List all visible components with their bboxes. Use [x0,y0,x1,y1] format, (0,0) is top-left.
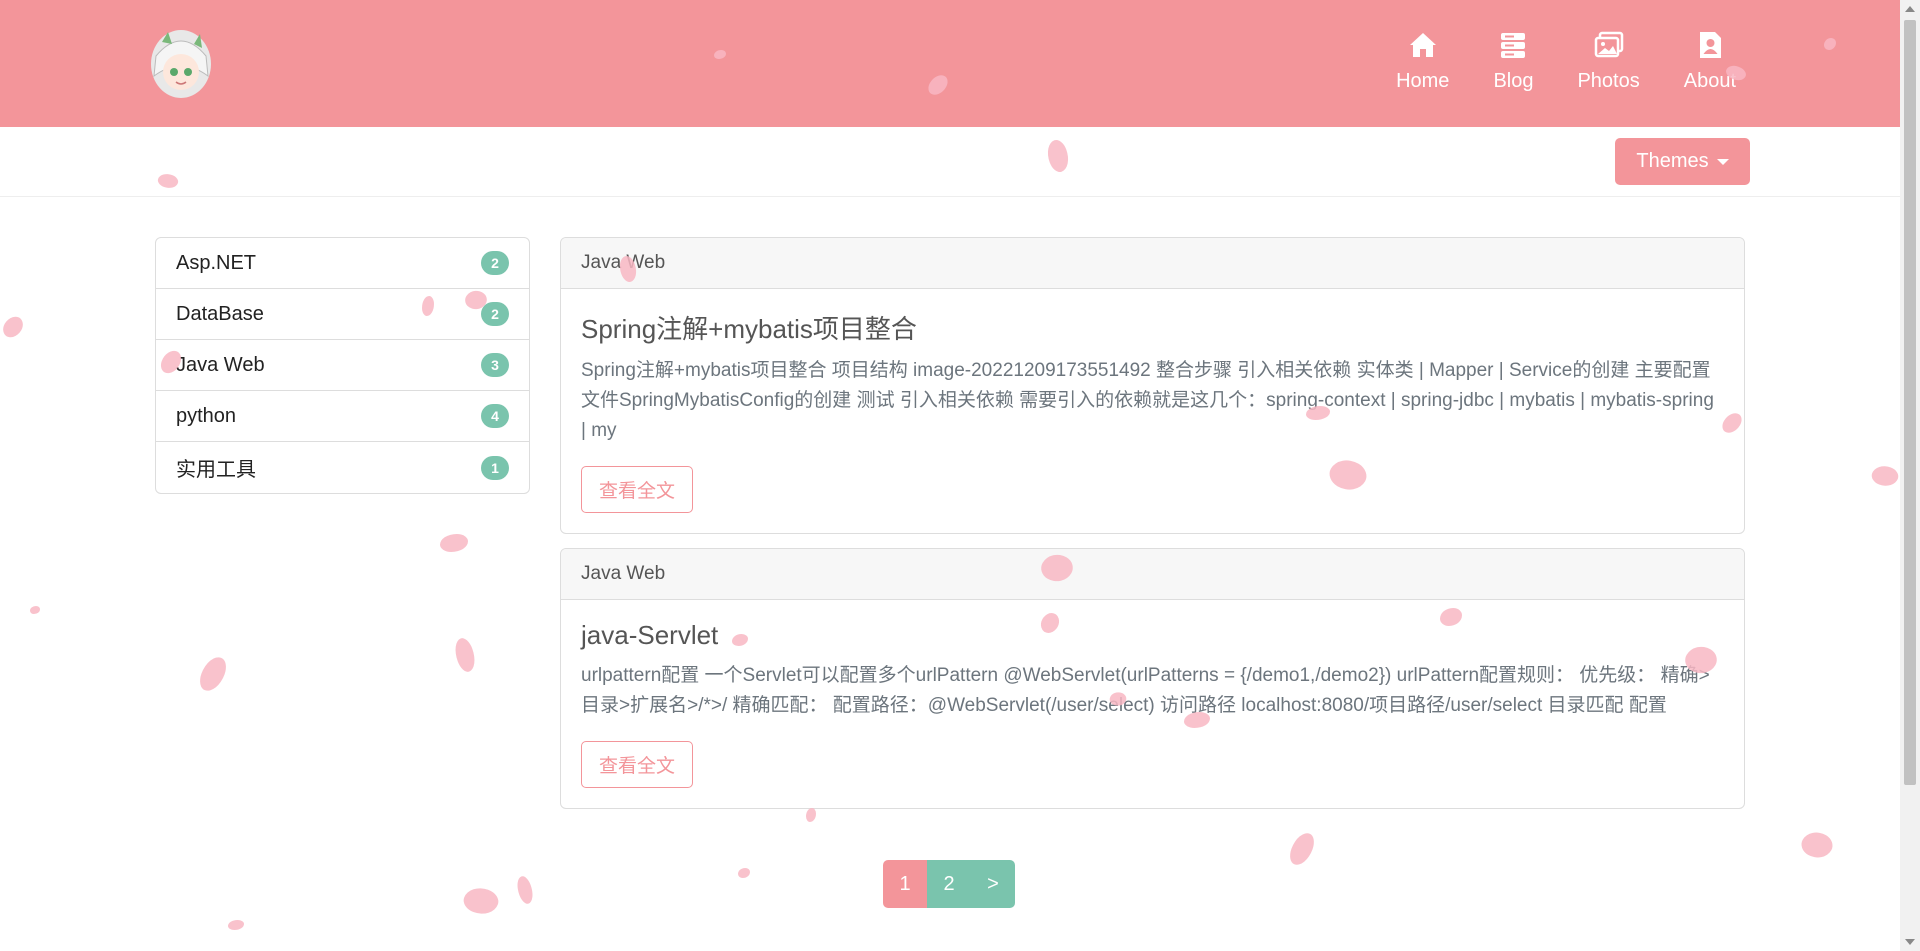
petal-decoration [738,868,750,878]
page-scrollbar[interactable] [1900,0,1920,951]
post-card: Java Web java-Servlet urlpattern配置 一个Ser… [560,548,1745,809]
post-category: Java Web [561,549,1744,600]
category-count-badge: 2 [481,251,509,275]
nav-photos-label: Photos [1577,70,1640,92]
scroll-down-arrow-icon[interactable] [1905,939,1915,945]
post-card: Java Web Spring注解+mybatis项目整合 Spring注解+m… [560,237,1745,534]
next-page-button[interactable]: > [971,860,1015,908]
petal-decoration [0,313,28,341]
scroll-up-arrow-icon[interactable] [1905,6,1915,12]
post-excerpt: urlpattern配置 一个Servlet可以配置多个urlPattern @… [581,665,1710,716]
category-name: Java Web [176,353,265,376]
site-logo[interactable] [148,26,214,100]
post-category: Java Web [561,238,1744,289]
page-1-button[interactable]: 1 [883,860,927,908]
pagination: 1 2 > [883,860,1015,908]
themes-dropdown-button[interactable]: Themes [1615,138,1750,185]
page-2-button[interactable]: 2 [927,860,971,908]
petal-decoration [450,635,480,675]
petal-decoration [806,808,816,822]
petal-decoration [1286,829,1318,869]
category-count-badge: 4 [481,404,509,428]
chevron-down-icon [1716,158,1729,165]
themes-label: Themes [1636,150,1709,172]
nav-home[interactable]: Home [1374,30,1471,93]
nav-photos[interactable]: Photos [1555,30,1661,93]
category-list: Asp.NET 2 DataBase 2 Java Web 3 python 4… [155,237,530,494]
category-name: DataBase [176,302,264,325]
nav-blog-label: Blog [1493,70,1534,92]
nav-blog[interactable]: Blog [1471,30,1555,93]
category-item-javaweb[interactable]: Java Web 3 [156,340,529,391]
petal-decoration [1869,462,1901,490]
read-more-button[interactable]: 查看全文 [581,741,693,788]
top-navbar: Home Blog Photos About [0,0,1900,127]
about-icon [1699,32,1721,58]
category-item-aspnet[interactable]: Asp.NET 2 [156,238,529,289]
post-excerpt: Spring注解+mybatis项目整合 项目结构 image-20221209… [581,360,1714,441]
petal-decoration [1797,826,1837,864]
category-name: python [176,404,237,427]
scrollbar-thumb[interactable] [1904,20,1916,785]
category-item-tools[interactable]: 实用工具 1 [156,442,529,493]
photos-icon [1594,31,1623,58]
post-title[interactable]: java-Servlet [581,620,1724,651]
nav-about[interactable]: About [1662,30,1758,93]
category-count-badge: 3 [481,353,509,377]
petal-decoration [228,920,244,930]
category-name: Asp.NET [176,251,257,274]
theme-bar: Themes [0,127,1900,197]
category-count-badge: 2 [481,302,509,326]
read-more-button[interactable]: 查看全文 [581,466,693,513]
nav-home-label: Home [1396,70,1450,92]
petal-decoration [196,653,230,695]
petal-decoration [440,534,468,552]
petal-decoration [513,874,537,906]
post-title[interactable]: Spring注解+mybatis项目整合 [581,309,1724,346]
blog-icon [1501,33,1526,58]
category-name: 实用工具 [176,459,256,481]
category-count-badge: 1 [481,455,509,480]
category-item-python[interactable]: python 4 [156,391,529,442]
petal-decoration [30,606,40,614]
home-icon [1409,33,1436,57]
petal-decoration [460,882,502,920]
